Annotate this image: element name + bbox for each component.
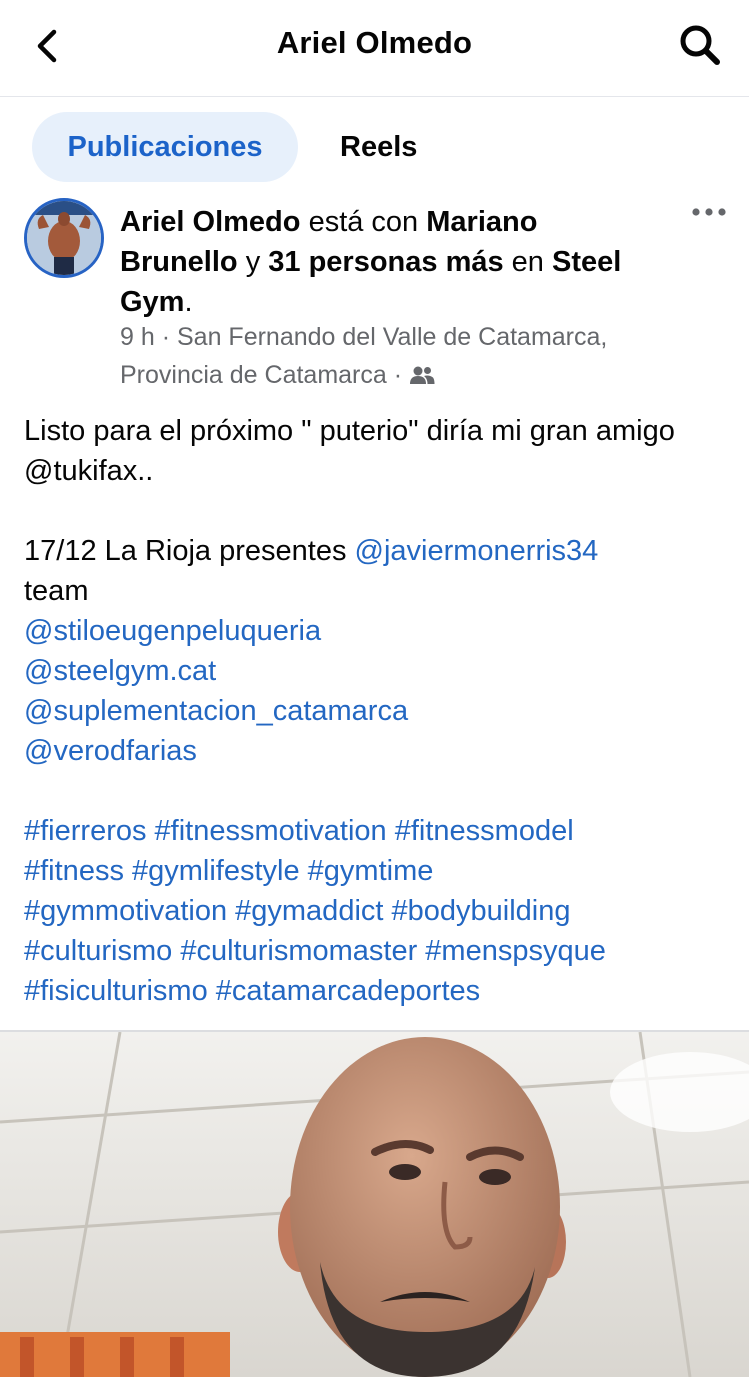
page-title: Ariel Olmedo bbox=[276, 25, 473, 60]
avatar[interactable] bbox=[24, 198, 104, 278]
meta-separator: · bbox=[161, 323, 171, 351]
with-text: está con bbox=[308, 206, 419, 238]
search-icon bbox=[680, 25, 720, 65]
hashtag-line[interactable]: #fierreros #fitnessmotivation #fitnessmo… bbox=[24, 811, 724, 851]
meta-separator-2: · bbox=[393, 361, 403, 389]
post-location[interactable]: San Fernando del Valle de Catamarca, Pro… bbox=[120, 323, 607, 389]
mention-link[interactable]: @javiermonerris34 bbox=[355, 535, 599, 567]
period-text: . bbox=[184, 286, 193, 318]
post-time[interactable]: 9 h bbox=[120, 323, 155, 351]
connector-text: y bbox=[245, 246, 261, 278]
mention-link[interactable]: @verodfarias bbox=[24, 731, 724, 771]
post-text: Listo para el próximo " puterio" diría m… bbox=[24, 411, 724, 1011]
post-text-line: team bbox=[24, 575, 89, 607]
more-horizontal-icon bbox=[692, 208, 726, 216]
author-link[interactable]: Ariel Olmedo bbox=[120, 206, 301, 238]
post-text-line: 17/12 La Rioja presentes @javiermonerris… bbox=[24, 531, 724, 571]
profile-tabs: Publicaciones Reels bbox=[0, 96, 749, 186]
post-header: Ariel Olmedo está con Mariano Brunello y… bbox=[0, 190, 749, 400]
mention-link[interactable]: @suplementacion_catamarca bbox=[24, 691, 724, 731]
friends-icon[interactable] bbox=[409, 365, 435, 385]
mention-link[interactable]: @steelgym.cat bbox=[24, 651, 724, 691]
post-meta: 9 h · San Fernando del Valle de Catamarc… bbox=[120, 318, 680, 394]
tab-publicaciones[interactable]: Publicaciones bbox=[32, 112, 298, 182]
post-text-line: Listo para el próximo " puterio" diría m… bbox=[24, 415, 675, 487]
in-text: en bbox=[511, 246, 544, 278]
search-button[interactable] bbox=[677, 22, 723, 68]
hashtag-line[interactable]: #fisiculturismo #catamarcadeportes bbox=[24, 971, 724, 1011]
post-photo[interactable] bbox=[0, 1032, 749, 1377]
post-text-fragment: 17/12 La Rioja presentes bbox=[24, 535, 347, 567]
hashtag-line[interactable]: #culturismo #culturismomaster #menspsyqu… bbox=[24, 931, 724, 971]
top-bar: Ariel Olmedo bbox=[0, 0, 749, 97]
tab-reels[interactable]: Reels bbox=[340, 112, 417, 182]
others-link[interactable]: 31 personas más bbox=[268, 246, 503, 278]
avatar-image bbox=[27, 201, 101, 275]
hashtag-line[interactable]: #fitness #gymlifestyle #gymtime bbox=[24, 851, 724, 891]
photo-image bbox=[0, 1032, 749, 1377]
mention-link[interactable]: @stiloeugenpeluqueria bbox=[24, 611, 724, 651]
post-headline: Ariel Olmedo está con Mariano Brunello y… bbox=[120, 202, 660, 322]
post-more-button[interactable] bbox=[691, 202, 727, 222]
hashtag-line[interactable]: #gymmotivation #gymaddict #bodybuilding bbox=[24, 891, 724, 931]
